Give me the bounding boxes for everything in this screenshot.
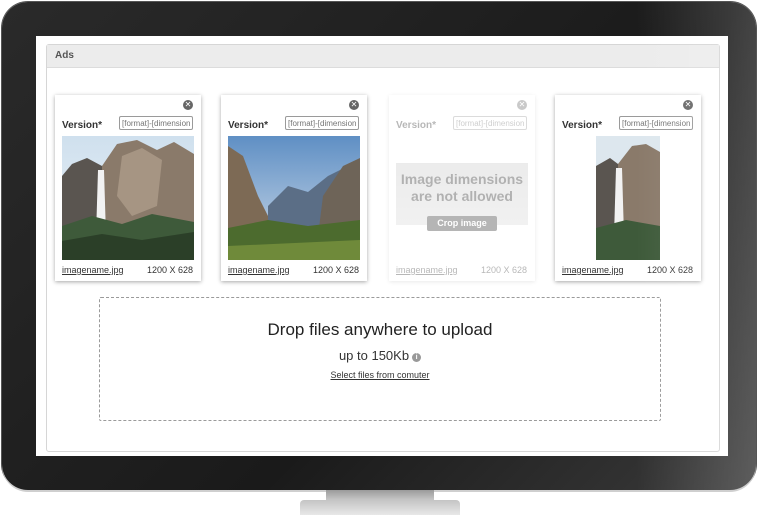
filename-link[interactable]: imagename.jpg	[396, 265, 458, 275]
waterfall-image-cropped	[596, 136, 660, 260]
screen: Ads ✕ Version* [format]-[dimensions] ima…	[36, 36, 728, 456]
version-input[interactable]	[119, 116, 193, 130]
panel-title: Ads	[47, 45, 719, 68]
image-size: 1200 X 628	[312, 265, 359, 275]
image-card: ✕ Version* imagename.jpg	[55, 95, 201, 281]
image-size: 1200 X 628	[480, 265, 527, 275]
filename-link[interactable]: imagename.jpg	[62, 265, 124, 275]
image-card: ✕ Version* imagename.jpg 1200 X 628	[221, 95, 367, 281]
file-dropzone[interactable]: Drop files anywhere to upload up to 150K…	[99, 297, 661, 421]
close-icon[interactable]: ✕	[349, 100, 359, 110]
dropzone-title: Drop files anywhere to upload	[267, 320, 493, 339]
image-size: 1200 X 628	[646, 265, 693, 275]
close-icon[interactable]: ✕	[683, 100, 693, 110]
image-card: ✕ Version* imagename.jpg 1200 X 628	[555, 95, 701, 281]
image-card-invalid: ✕ Version* Image dimensions are not allo…	[389, 95, 535, 281]
close-icon[interactable]: ✕	[517, 100, 527, 110]
invalid-dimensions-notice: Image dimensions are not allowed	[400, 171, 524, 204]
monitor-stand-base	[300, 500, 460, 515]
info-icon[interactable]: i	[412, 353, 422, 362]
version-input[interactable]	[619, 116, 693, 130]
close-icon[interactable]: ✕	[183, 100, 193, 110]
upload-limit-text: up to 150Kb	[338, 348, 410, 363]
image-size: 1200 X 628	[146, 265, 193, 275]
monitor-frame: Ads ✕ Version* [format]-[dimensions] ima…	[2, 2, 756, 490]
version-label: Version*	[228, 120, 269, 131]
crop-image-button[interactable]: Crop image	[427, 216, 497, 231]
valley-image	[228, 136, 360, 260]
version-label: Version*	[396, 120, 437, 131]
filename-link[interactable]: imagename.jpg	[562, 265, 624, 275]
select-files-link[interactable]: Select files from comuter	[330, 370, 429, 380]
waterfall-image	[62, 136, 194, 260]
ads-panel: Ads ✕ Version* [format]-[dimensions] ima…	[46, 44, 720, 452]
version-input[interactable]	[285, 116, 359, 130]
version-input[interactable]	[453, 116, 527, 130]
version-label: Version*	[562, 120, 603, 131]
filename-link[interactable]: imagename.jpg	[228, 265, 290, 275]
version-label: Version*	[62, 120, 103, 131]
upload-size-limit: up to 150Kb i	[100, 348, 660, 363]
